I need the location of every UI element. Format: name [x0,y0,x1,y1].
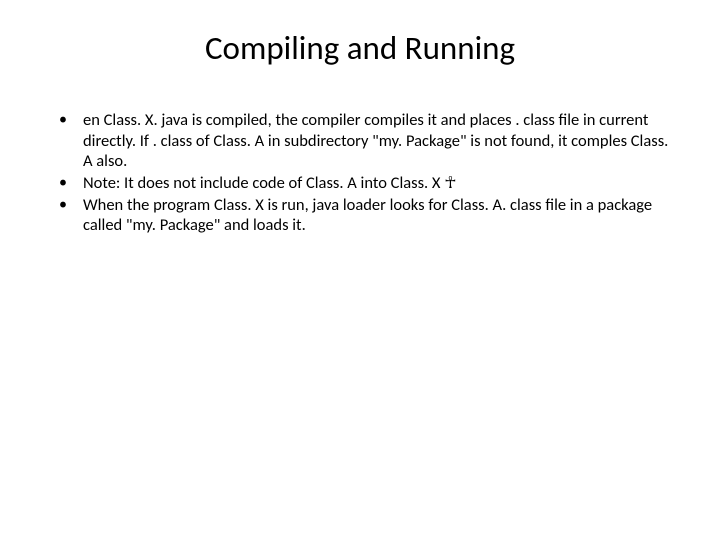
list-item: When the program Class. X is run, java l… [59,195,685,236]
list-item: en Class. X. java is compiled, the compi… [59,110,685,172]
bullet-text: Note: It does not include code of Class.… [83,173,457,193]
slide-title: Compiling and Running [35,28,685,68]
bullet-list: en Class. X. java is compiled, the compi… [35,110,685,236]
bullet-text: When the program Class. X is run, java l… [83,195,652,236]
bullet-text: en Class. X. java is compiled, the compi… [83,110,668,171]
list-item: Note: It does not include code of Class.… [59,173,685,194]
